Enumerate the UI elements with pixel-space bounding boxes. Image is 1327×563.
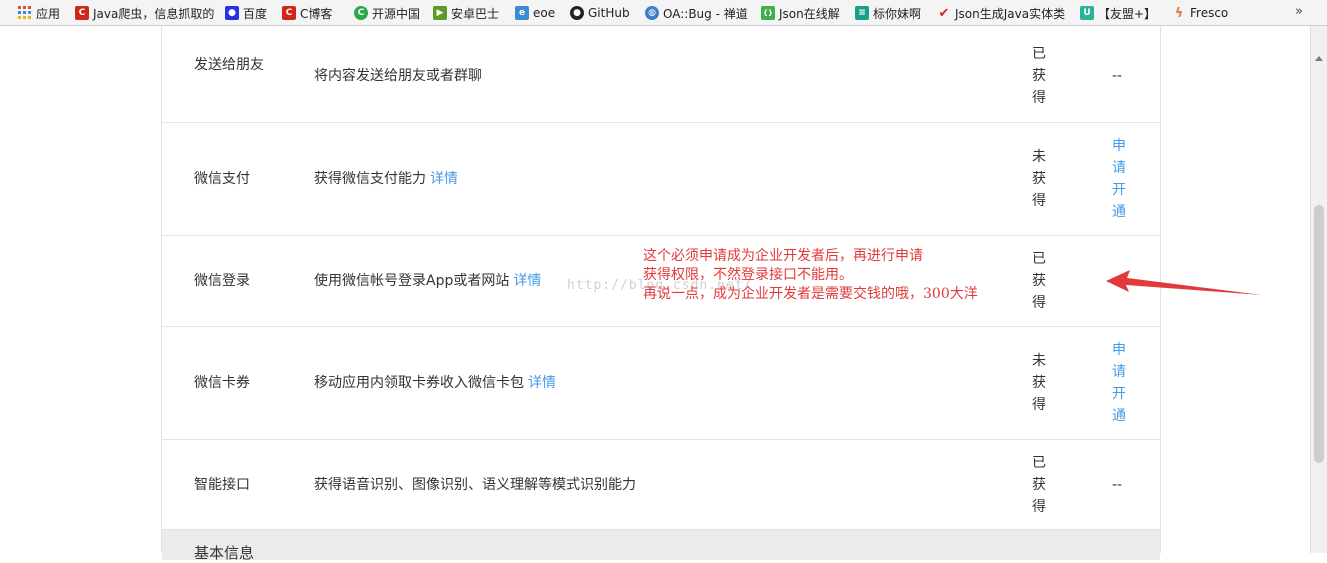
permission-status: 未获得 (1032, 149, 1046, 209)
bookmark-label: GitHub (588, 6, 630, 20)
permission-desc: 获得微信支付能力 详情 (314, 168, 458, 190)
permission-name: 发送给朋友 (194, 57, 264, 73)
bookmark-c-blog[interactable]: C C博客 (282, 4, 332, 22)
bookmark-json-java[interactable]: ✔ Json生成Java实体类 (937, 4, 1066, 22)
permission-desc-text: 移动应用内领取卡券收入微信卡包 (314, 375, 524, 391)
permission-status: 已获得 (1032, 455, 1046, 515)
bookmark-label: OA::Bug - 禅道 (663, 6, 748, 21)
annotation-arrow-icon (1106, 270, 1262, 295)
bookmark-github[interactable]: ● GitHub (570, 4, 630, 22)
permission-name: 微信卡券 (194, 375, 250, 391)
bookmark-label: Java爬虫，信息抓取的 (93, 6, 215, 21)
csdn-icon: C (75, 6, 89, 20)
bookmark-label: eoe (533, 6, 556, 20)
permission-desc: 获得语音识别、图像识别、语义理解等模式识别能力 (314, 474, 636, 496)
bookmark-label: 标你妹啊 (873, 6, 922, 21)
bookmark-label: Fresco (1190, 6, 1229, 20)
oschina-icon: C (354, 6, 368, 20)
apply-button[interactable]: 申请开通 (1112, 135, 1132, 223)
permission-desc-text: 使用微信帐号登录App或者网站 (314, 273, 510, 289)
table-row: 智能接口 获得语音识别、图像识别、语义理解等模式识别能力 已获得 -- (162, 440, 1160, 530)
annotation-line: 获得权限，不然登录接口不能用。 (643, 267, 853, 283)
annotation-line: 再说一点，成为企业开发者是需要交钱的哦，300大洋 (643, 286, 978, 302)
permission-op-none: -- (1112, 477, 1123, 493)
permission-name: 微信登录 (194, 273, 250, 289)
json-icon: {} (761, 6, 775, 20)
permission-op-none: -- (1112, 68, 1123, 84)
bookmark-label: 百度 (243, 6, 268, 21)
permission-status: 已获得 (1032, 46, 1046, 106)
baidu-paw-icon: ● (225, 6, 239, 20)
apply-button[interactable]: 申请开通 (1112, 339, 1132, 427)
annotation-line: 这个必须申请成为企业开发者后，再进行申请 (643, 248, 923, 264)
bookmark-label: Json在线解 (779, 6, 840, 21)
bookmark-baidu[interactable]: ● 百度 (225, 4, 267, 22)
tag-icon: ≡ (855, 6, 869, 20)
bookmark-oa-bug[interactable]: ◍ OA::Bug - 禅道 (645, 4, 748, 22)
annotation-note: 这个必须申请成为企业开发者后，再进行申请 获得权限，不然登录接口不能用。 再说一… (643, 247, 1043, 304)
globe-icon: ◍ (645, 6, 659, 20)
bookmark-oschina[interactable]: C 开源中国 (354, 4, 420, 22)
eoe-icon: e (515, 6, 529, 20)
table-row: 微信支付 获得微信支付能力 详情 未获得 申请开通 (162, 123, 1160, 236)
details-link[interactable]: 详情 (430, 171, 458, 187)
section-header: 基本信息 (162, 530, 1160, 562)
github-icon: ● (570, 6, 584, 20)
permission-desc-text: 获得微信支付能力 (314, 171, 426, 187)
bookmark-umeng[interactable]: U 【友盟+】 (1080, 4, 1156, 22)
table-row: 微信卡券 移动应用内领取卡券收入微信卡包 详情 未获得 申请开通 (162, 327, 1160, 440)
scroll-up-arrow-icon[interactable] (1315, 56, 1323, 61)
permission-name: 智能接口 (194, 477, 250, 493)
scrollbar-thumb[interactable] (1314, 205, 1324, 463)
check-icon: ✔ (938, 5, 950, 21)
apps-grid-icon (18, 6, 32, 20)
bookmark-label: 安卓巴士 (451, 6, 500, 21)
permission-name: 微信支付 (194, 171, 250, 187)
bookmark-eoe[interactable]: e eoe (515, 4, 555, 22)
csdn-icon: C (282, 6, 296, 20)
bookmark-fresco[interactable]: ϟ Fresco (1172, 4, 1229, 22)
android-bus-icon: ▶ (433, 6, 447, 20)
permission-desc: 使用微信帐号登录App或者网站 详情 (314, 270, 541, 292)
details-link[interactable]: 详情 (528, 375, 556, 391)
bookmark-apps[interactable]: 应用 (18, 4, 60, 22)
bookmark-label: Json生成Java实体类 (955, 6, 1066, 21)
permission-desc-text: 将内容发送给朋友或者群聊 (314, 68, 482, 84)
bookmark-label: 开源中国 (372, 6, 421, 21)
permission-desc: 移动应用内领取卡券收入微信卡包 详情 (314, 372, 556, 394)
bookmarks-bar: 应用 C Java爬虫，信息抓取的 ● 百度 C C博客 C 开源中国 ▶ 安卓… (0, 0, 1327, 26)
details-link[interactable]: 详情 (513, 273, 541, 289)
table-row: 发送给朋友 将内容发送给朋友或者群聊 已获得 -- (162, 26, 1160, 123)
bookmark-android-bus[interactable]: ▶ 安卓巴士 (433, 4, 499, 22)
fresco-icon: ϟ (1174, 5, 1184, 21)
bookmark-json-online[interactable]: {} Json在线解 (761, 4, 840, 22)
bookmark-label: 【友盟+】 (1098, 6, 1157, 21)
bookmarks-overflow-button[interactable]: » (1295, 4, 1303, 19)
permission-desc-text: 获得语音识别、图像识别、语义理解等模式识别能力 (314, 477, 636, 493)
umeng-icon: U (1080, 6, 1094, 20)
permission-desc: 将内容发送给朋友或者群聊 (314, 65, 482, 87)
bookmark-java-crawler[interactable]: C Java爬虫，信息抓取的 (75, 4, 215, 22)
permission-status: 未获得 (1032, 353, 1046, 413)
bookmark-biao[interactable]: ≡ 标你妹啊 (855, 4, 921, 22)
bookmark-label: C博客 (300, 6, 333, 21)
bookmark-label: 应用 (36, 6, 61, 21)
